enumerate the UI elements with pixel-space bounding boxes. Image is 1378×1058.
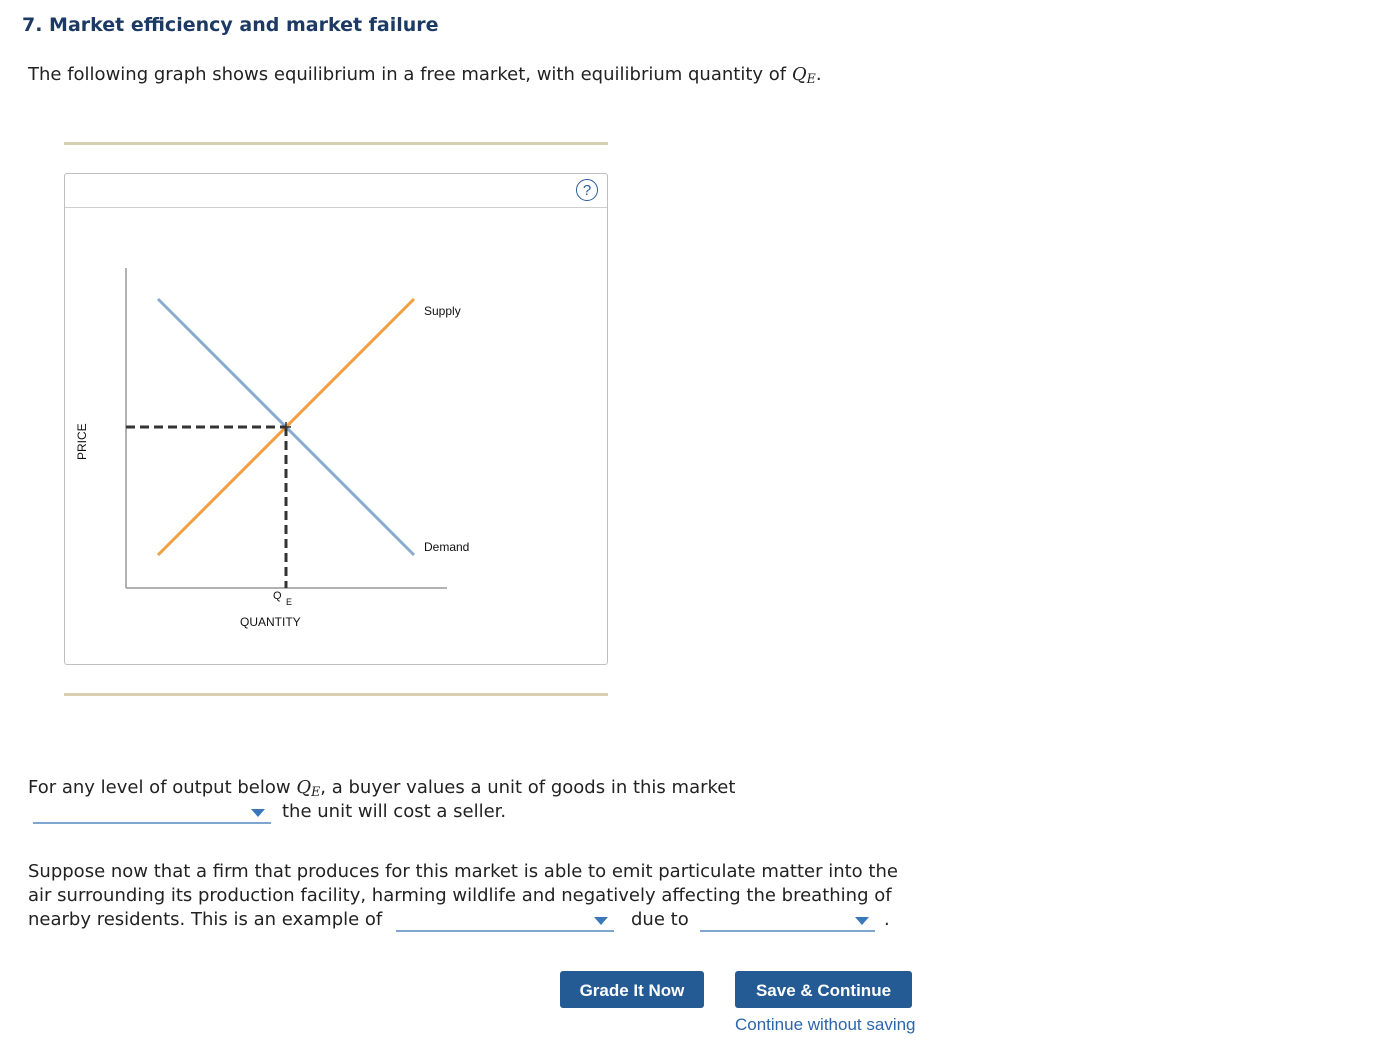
supply-demand-graph: Supply Demand Q E QUANTITY PRICE — [75, 268, 469, 629]
q2-dropdown-1[interactable] — [396, 908, 614, 932]
q2-end-period: . — [884, 909, 890, 930]
q2-dropdown-2[interactable] — [700, 908, 875, 932]
chevron-down-icon — [594, 917, 608, 925]
y-axis-label: PRICE — [75, 423, 89, 460]
q1-tail-text: the unit will cost a seller. — [282, 801, 507, 822]
chevron-down-icon — [855, 917, 869, 925]
save-continue-button[interactable]: Save & Continue — [735, 971, 912, 1008]
continue-without-saving-link[interactable]: Continue without saving — [735, 1015, 916, 1035]
question-2-line1: Suppose now that a firm that produces fo… — [28, 861, 898, 882]
qe-axis-subscript: E — [286, 597, 292, 607]
supply-label: Supply — [424, 304, 461, 318]
grade-it-now-button[interactable]: Grade It Now — [560, 971, 704, 1008]
page-title: 7. Market efficiency and market failure — [22, 14, 439, 36]
qe-axis-label: Q — [273, 590, 282, 602]
x-axis-label: QUANTITY — [240, 615, 301, 629]
intro-text: The following graph shows equilibrium in… — [28, 64, 822, 86]
graph-panel: ? Supply Demand Q E QUANTITY PRICE — [64, 173, 608, 665]
q1-qe-symbol: QE — [296, 777, 321, 800]
graph-top-rule — [64, 142, 608, 145]
demand-label: Demand — [424, 540, 469, 554]
q1-text-after: , a buyer values a unit of goods in this… — [320, 777, 736, 798]
qe-symbol: QE — [791, 64, 816, 87]
chevron-down-icon — [251, 809, 265, 817]
q1-dropdown[interactable] — [33, 800, 271, 824]
q1-text-before: For any level of output below — [28, 777, 291, 798]
question-2-line3: nearby residents. This is an example of — [28, 909, 383, 930]
graph-bottom-rule — [64, 693, 608, 696]
q2-middle-text: due to — [631, 909, 689, 930]
intro-text-body: The following graph shows equilibrium in… — [28, 64, 787, 85]
question-2-line2: air surrounding its production facility,… — [28, 885, 892, 906]
intro-period: . — [815, 64, 822, 85]
